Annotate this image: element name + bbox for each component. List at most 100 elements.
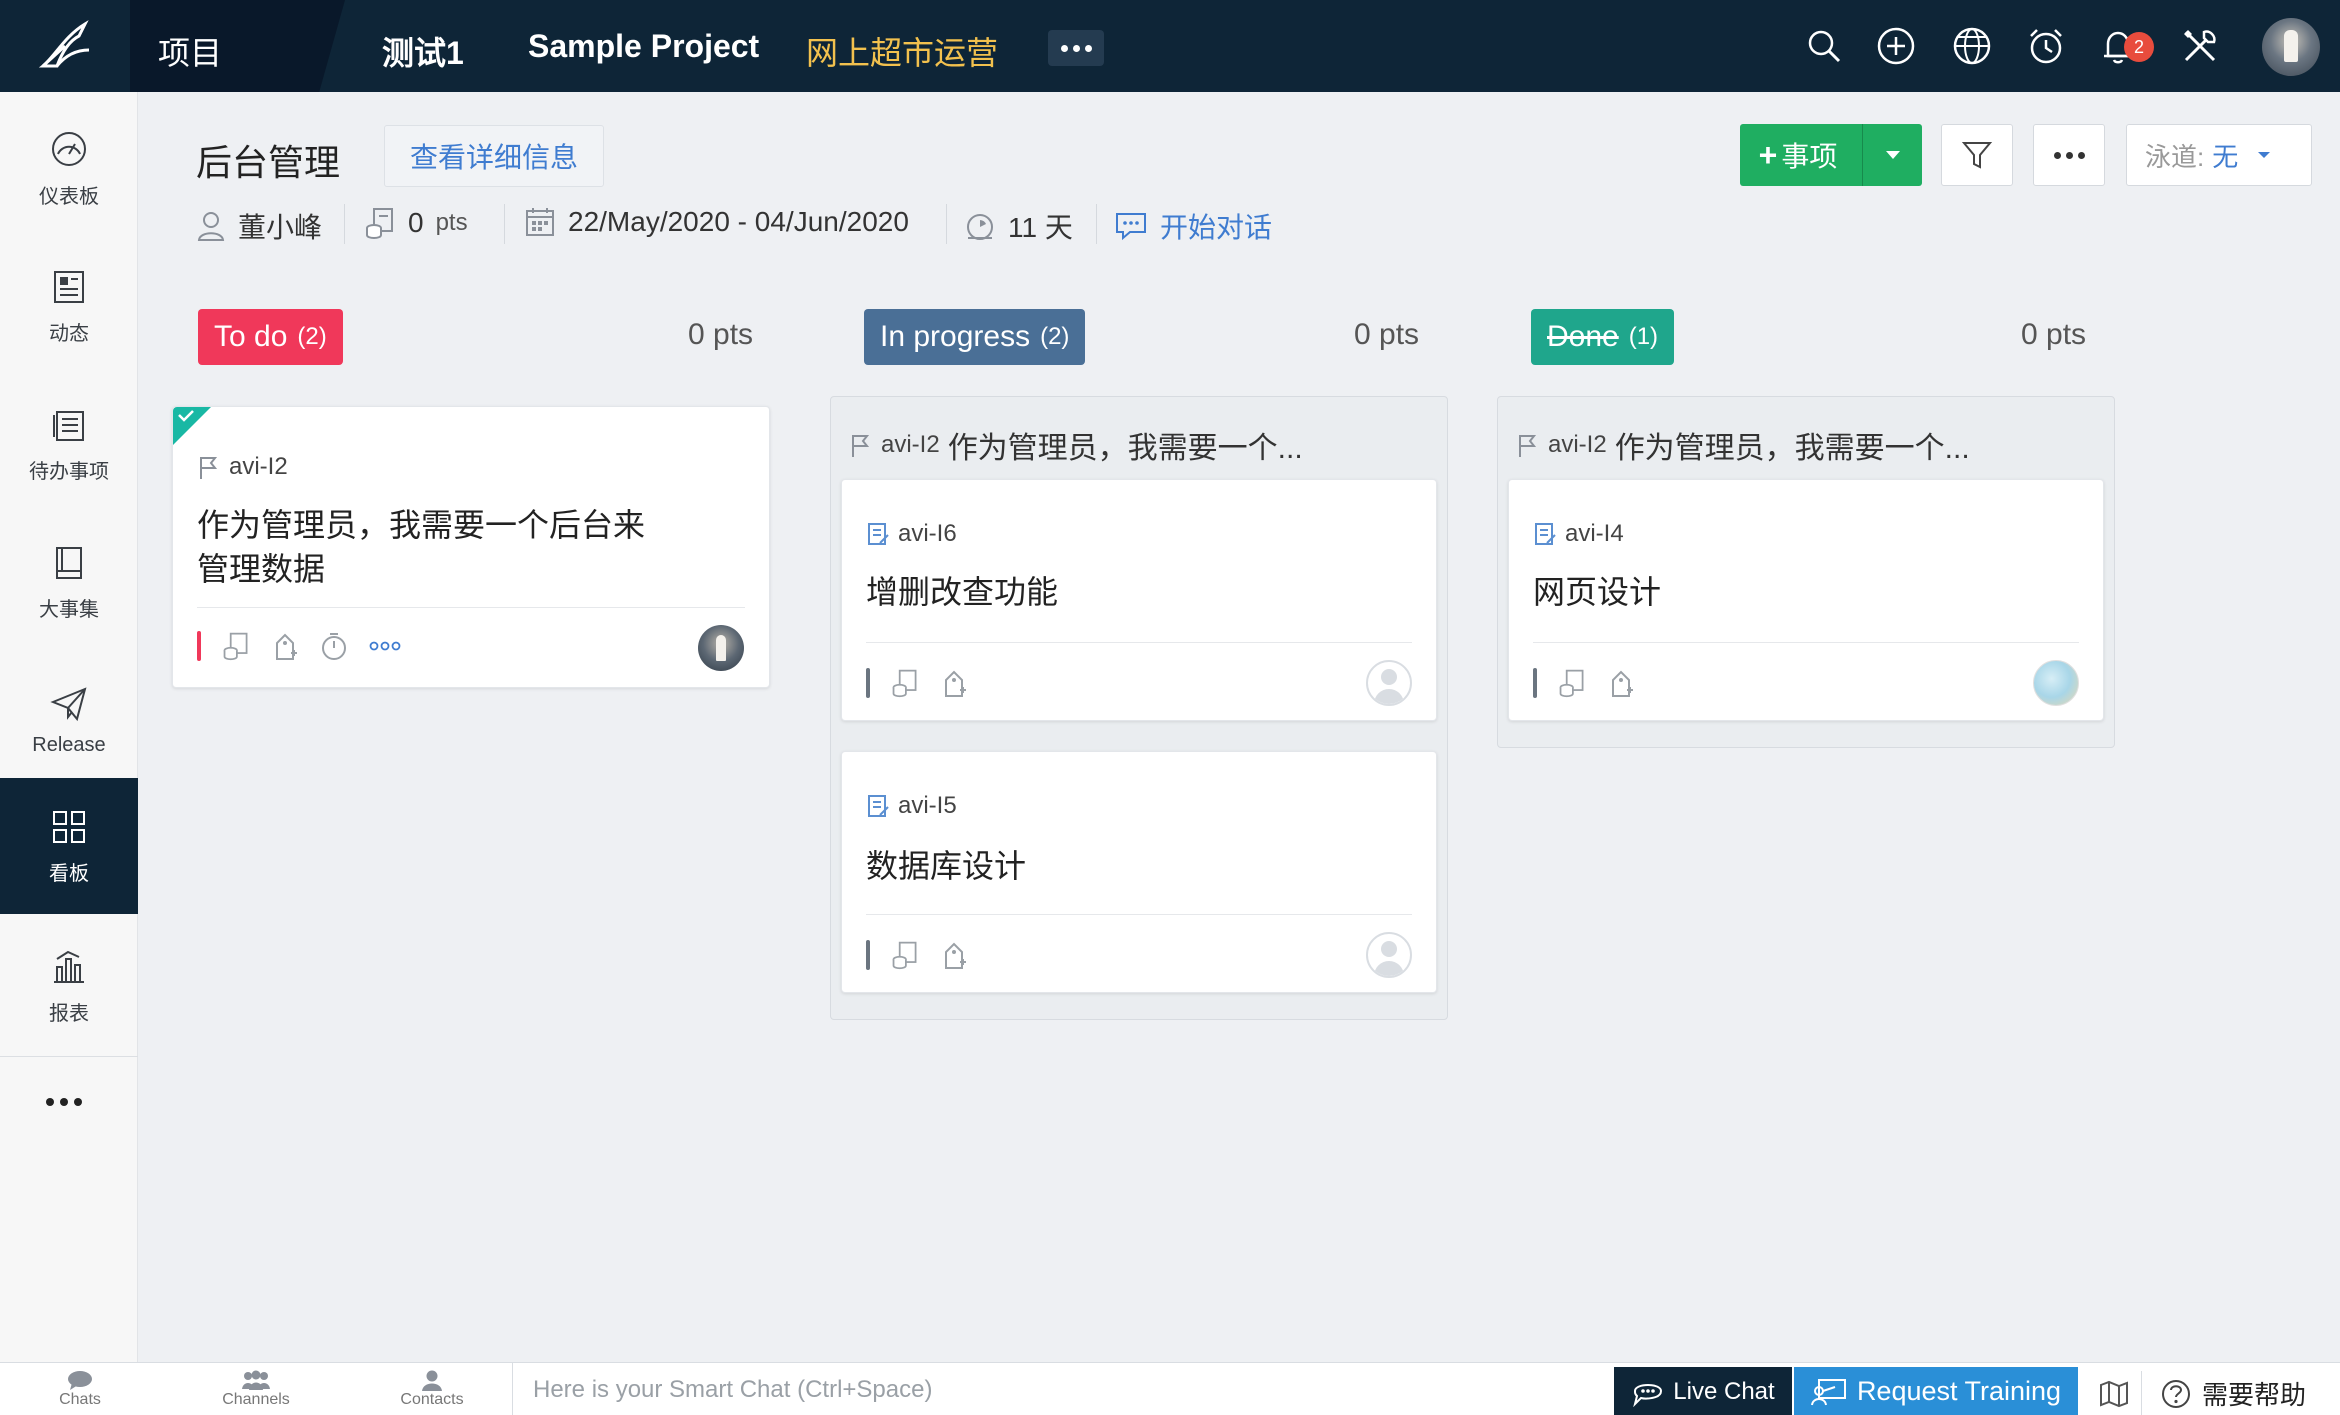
sidebar-item-backlog[interactable]: 待办事项 — [0, 376, 138, 512]
points-unit: pts — [435, 209, 468, 236]
sidebar-more-button[interactable] — [46, 1098, 82, 1106]
live-chat-button[interactable]: Live Chat — [1614, 1367, 1792, 1415]
breadcrumb-more-button[interactable] — [1048, 30, 1104, 66]
unassigned-avatar[interactable] — [1366, 660, 1412, 706]
tag-add-icon[interactable] — [271, 631, 299, 661]
tab-channels[interactable]: Channels — [186, 1365, 326, 1415]
top-navigation-bar: 项目 测试1 Sample Project 网上超市运营 2 — [0, 0, 2340, 92]
date-meta[interactable]: 22/May/2020 - 04/Jun/2020 — [524, 206, 909, 238]
calendar-icon — [526, 208, 554, 236]
tools-icon[interactable] — [2178, 24, 2222, 68]
column-points: 0 pts — [2021, 318, 2087, 351]
sidebar-item-board[interactable]: 看板 — [0, 778, 138, 914]
add-circle-icon[interactable] — [1874, 24, 1918, 68]
card-id: avi-I6 — [866, 520, 957, 548]
help-button[interactable]: 需要帮助 — [2160, 1371, 2306, 1415]
task-card[interactable]: avi-I2 作为管理员，我需要一个后台来 管理数据 — [172, 406, 770, 688]
points-meta: 0 pts — [364, 206, 468, 240]
priority-indicator — [197, 631, 201, 661]
duration-value: 11 天 — [1008, 212, 1073, 243]
tab-contacts[interactable]: Contacts — [362, 1365, 502, 1415]
card-id: avi-I4 — [1533, 520, 1624, 548]
meta-divider — [504, 204, 505, 244]
points-icon[interactable] — [1557, 668, 1587, 698]
tag-add-icon[interactable] — [940, 668, 968, 698]
card-title-line: 作为管理员，我需要一个后台来 — [197, 507, 646, 543]
sidebar-item-dashboard[interactable]: 仪表板 — [0, 100, 138, 236]
app-logo[interactable] — [0, 0, 130, 92]
breadcrumb-sprint[interactable]: 网上超市运营 — [806, 28, 998, 74]
alarm-clock-icon[interactable] — [2024, 24, 2068, 68]
card-id-text: avi-I4 — [1565, 520, 1624, 547]
column-points: 0 pts — [688, 318, 754, 351]
card-id: avi-I2 — [197, 453, 288, 481]
breadcrumb-portal[interactable]: 测试1 — [382, 28, 464, 74]
card-divider — [197, 607, 745, 608]
breadcrumb-project[interactable]: Sample Project — [528, 28, 759, 65]
meta-divider — [946, 204, 947, 244]
smart-chat-input[interactable]: Here is your Smart Chat (Ctrl+Space) — [512, 1363, 1612, 1415]
sidebar-item-feed[interactable]: 动态 — [0, 238, 138, 374]
more-options-button[interactable] — [2033, 124, 2105, 186]
column-points: 0 pts — [1354, 318, 1420, 351]
tab-chats[interactable]: Chats — [10, 1365, 150, 1415]
card-footer — [1533, 668, 1635, 698]
timer-icon — [967, 214, 993, 240]
map-icon[interactable] — [2086, 1371, 2142, 1415]
parent-group: avi-I2 作为管理员，我需要一个... avi-I6 增删改查功能 avi-… — [830, 396, 1448, 1020]
swimlane-select[interactable]: 泳道: 无 — [2126, 124, 2312, 186]
chat-bubble-icon — [68, 1371, 92, 1390]
points-icon[interactable] — [890, 940, 920, 970]
sidebar-item-release[interactable]: Release — [0, 652, 138, 788]
logo-icon — [38, 20, 90, 68]
assignee-avatar[interactable] — [698, 625, 744, 671]
projects-nav[interactable]: 项目 — [130, 0, 345, 92]
add-item-dropdown[interactable] — [1862, 124, 1922, 186]
globe-icon[interactable] — [1950, 24, 1994, 68]
tag-add-icon[interactable] — [1607, 668, 1635, 698]
assignee-avatar[interactable] — [2033, 660, 2079, 706]
swimlane-label: 泳道: — [2145, 141, 2205, 172]
person-icon — [422, 1370, 442, 1391]
task-card[interactable]: avi-I5 数据库设计 — [841, 751, 1437, 993]
parent-story-title[interactable]: avi-I2 作为管理员，我需要一个... — [849, 423, 1303, 467]
card-id-text: avi-I2 — [229, 453, 288, 480]
column-header-done[interactable]: Done (1) — [1531, 309, 1675, 365]
points-icon[interactable] — [221, 631, 251, 661]
card-divider — [866, 914, 1412, 915]
column-count: (1) — [1628, 323, 1659, 350]
card-footer — [197, 631, 401, 661]
add-item-button[interactable]: + 事项 — [1740, 124, 1862, 186]
start-chat-link[interactable]: 开始对话 — [1114, 206, 1272, 246]
meta-divider — [344, 204, 345, 244]
task-card[interactable]: avi-I6 增删改查功能 — [841, 479, 1437, 721]
live-chat-icon — [1633, 1383, 1663, 1407]
user-avatar[interactable] — [2262, 18, 2320, 76]
card-id-text: avi-I5 — [898, 792, 957, 819]
sidebar-item-epics[interactable]: 大事集 — [0, 514, 138, 650]
column-header-in-progress[interactable]: In progress (2) — [864, 309, 1086, 365]
card-title-line: 管理数据 — [197, 551, 326, 587]
request-training-button[interactable]: Request Training — [1794, 1367, 2078, 1415]
parent-story-title[interactable]: avi-I2 作为管理员，我需要一个... — [1516, 423, 1970, 467]
owner-meta[interactable]: 董小峰 — [196, 206, 322, 246]
unassigned-avatar[interactable] — [1366, 932, 1412, 978]
filter-button[interactable] — [1941, 124, 2013, 186]
points-icon[interactable] — [890, 668, 920, 698]
column-header-todo[interactable]: To do (2) — [198, 309, 343, 365]
column-name: Done — [1547, 320, 1619, 353]
column-name: In progress — [880, 320, 1031, 353]
priority-indicator — [866, 668, 870, 698]
column-name: To do — [214, 320, 288, 353]
tag-add-icon[interactable] — [940, 940, 968, 970]
view-details-button[interactable]: 查看详细信息 — [384, 125, 604, 187]
request-training-label: Request Training — [1856, 1376, 2062, 1406]
search-icon[interactable] — [1802, 24, 1846, 68]
task-card[interactable]: avi-I4 网页设计 — [1508, 479, 2104, 721]
sidebar-item-reports[interactable]: 报表 — [0, 918, 138, 1054]
more-icon[interactable] — [369, 641, 401, 651]
points-value: 0 — [408, 207, 424, 238]
column-count: (2) — [297, 323, 327, 350]
timer-icon[interactable] — [319, 631, 349, 661]
left-sidebar: 仪表板 动态 待办事项 大事集 Release 看板 报表 — [0, 92, 138, 1362]
